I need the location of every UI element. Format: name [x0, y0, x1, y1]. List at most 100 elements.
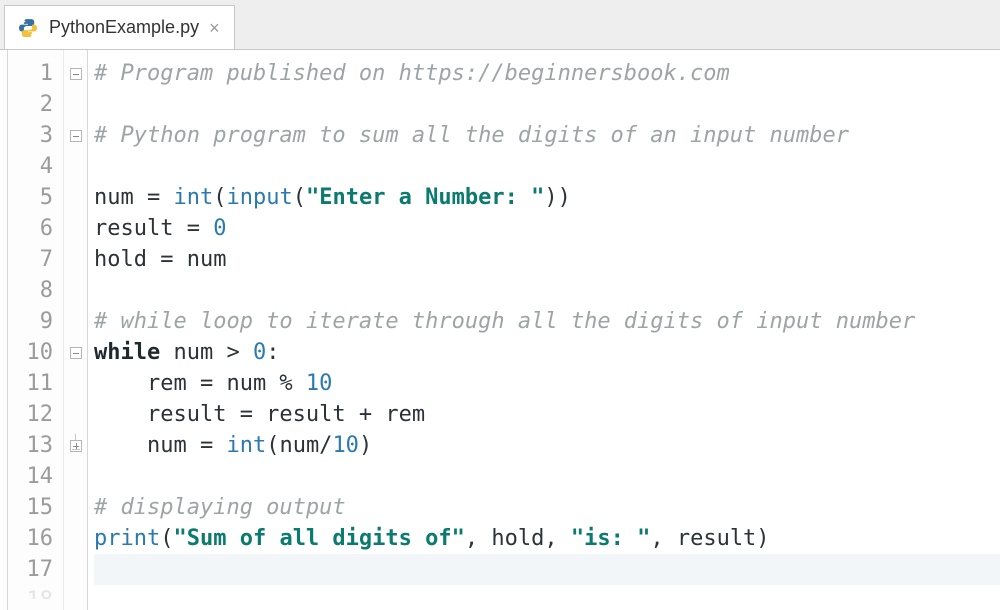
fold-cell — [64, 120, 87, 151]
fold-cell — [64, 337, 87, 368]
line-number[interactable]: 3 — [8, 120, 53, 151]
tab-bar: PythonExample.py × — [0, 0, 1000, 50]
fold-cell — [64, 523, 87, 554]
code-token: "is: " — [571, 526, 650, 551]
code-line[interactable] — [94, 554, 1000, 585]
code-token: ( — [213, 185, 226, 210]
line-number[interactable]: 11 — [8, 368, 53, 399]
line-number[interactable]: 4 — [8, 151, 53, 182]
code-token: "Enter a Number: " — [306, 185, 544, 210]
line-number[interactable]: 6 — [8, 213, 53, 244]
code-token: num > — [173, 340, 252, 365]
fold-cell — [64, 306, 87, 337]
code-token: num = — [94, 433, 226, 458]
code-line[interactable] — [94, 461, 1000, 492]
fold-cell — [64, 182, 87, 213]
fold-cell — [64, 58, 87, 89]
tab-filename: PythonExample.py — [49, 17, 199, 38]
line-number[interactable]: 18 — [8, 585, 53, 599]
code-token: 0 — [213, 216, 226, 241]
code-token: 10 — [306, 371, 333, 396]
fold-toggle-icon[interactable] — [70, 440, 82, 452]
code-line[interactable] — [94, 585, 1000, 599]
fold-cell — [64, 89, 87, 120]
code-token: input — [226, 185, 292, 210]
code-token: int — [226, 433, 266, 458]
code-token: ( — [160, 526, 173, 551]
fold-cell — [64, 585, 87, 599]
fold-cell — [64, 368, 87, 399]
line-number[interactable]: 12 — [8, 399, 53, 430]
line-number[interactable]: 17 — [8, 554, 53, 585]
code-token: print — [94, 526, 160, 551]
code-line[interactable]: result = result + rem — [94, 399, 1000, 430]
code-token: )) — [544, 185, 571, 210]
close-icon[interactable]: × — [209, 19, 220, 37]
code-line[interactable]: num = int(input("Enter a Number: ")) — [94, 182, 1000, 213]
line-number[interactable]: 7 — [8, 244, 53, 275]
line-number[interactable]: 10 — [8, 337, 53, 368]
line-number[interactable]: 15 — [8, 492, 53, 523]
line-number[interactable]: 14 — [8, 461, 53, 492]
tab-active[interactable]: PythonExample.py × — [4, 5, 235, 49]
code-line[interactable] — [94, 151, 1000, 182]
code-area[interactable]: # Program published on https://beginners… — [88, 50, 1000, 610]
code-token: result = — [94, 216, 213, 241]
fold-toggle-icon[interactable] — [70, 68, 82, 80]
line-number[interactable]: 1 — [8, 58, 53, 89]
code-token: ( — [293, 185, 306, 210]
code-token: "Sum of all digits of" — [173, 526, 464, 551]
line-number[interactable]: 5 — [8, 182, 53, 213]
line-number[interactable]: 9 — [8, 306, 53, 337]
line-number[interactable]: 16 — [8, 523, 53, 554]
line-number[interactable]: 13 — [8, 430, 53, 461]
code-token: # while loop to iterate through all the … — [94, 309, 915, 334]
code-token: # Program published on https://beginners… — [94, 61, 730, 86]
code-token: , result) — [650, 526, 769, 551]
fold-cell — [64, 275, 87, 306]
code-token: num = — [94, 185, 173, 210]
code-token: # Python program to sum all the digits o… — [94, 123, 849, 148]
code-token: hold = num — [94, 247, 226, 272]
code-line[interactable]: # while loop to iterate through all the … — [94, 306, 1000, 337]
fold-toggle-icon[interactable] — [70, 130, 82, 142]
code-token: : — [266, 340, 279, 365]
code-line[interactable]: while num > 0: — [94, 337, 1000, 368]
fold-cell — [64, 399, 87, 430]
code-line[interactable]: result = 0 — [94, 213, 1000, 244]
code-line[interactable]: print("Sum of all digits of", hold, "is:… — [94, 523, 1000, 554]
python-file-icon — [17, 17, 39, 39]
fold-toggle-icon[interactable] — [70, 347, 82, 359]
line-number[interactable]: 2 — [8, 89, 53, 120]
line-number-gutter[interactable]: 123456789101112131415161718 — [8, 50, 64, 610]
code-token: (num/ — [266, 433, 332, 458]
fold-cell — [64, 430, 87, 461]
code-line[interactable]: num = int(num/10) — [94, 430, 1000, 461]
code-token: result = result + rem — [94, 402, 425, 427]
fold-cell — [64, 213, 87, 244]
line-number[interactable]: 8 — [8, 275, 53, 306]
code-line[interactable] — [94, 275, 1000, 306]
fold-gutter[interactable] — [64, 50, 88, 610]
code-token: int — [173, 185, 213, 210]
code-line[interactable]: # Program published on https://beginners… — [94, 58, 1000, 89]
code-token: while — [94, 340, 173, 365]
editor-left-edge — [0, 50, 8, 610]
code-token: 0 — [253, 340, 266, 365]
fold-cell — [64, 151, 87, 182]
code-token: 10 — [332, 433, 359, 458]
fold-cell — [64, 554, 87, 585]
fold-cell — [64, 461, 87, 492]
code-line[interactable] — [94, 89, 1000, 120]
code-token: , hold, — [465, 526, 571, 551]
code-editor[interactable]: 123456789101112131415161718 # Program pu… — [0, 50, 1000, 610]
code-line[interactable]: # displaying output — [94, 492, 1000, 523]
fold-cell — [64, 244, 87, 275]
code-token: # displaying output — [94, 495, 346, 520]
code-line[interactable]: rem = num % 10 — [94, 368, 1000, 399]
code-token: ) — [359, 433, 372, 458]
code-line[interactable]: # Python program to sum all the digits o… — [94, 120, 1000, 151]
fold-cell — [64, 492, 87, 523]
code-line[interactable]: hold = num — [94, 244, 1000, 275]
code-token: rem = num % — [94, 371, 306, 396]
